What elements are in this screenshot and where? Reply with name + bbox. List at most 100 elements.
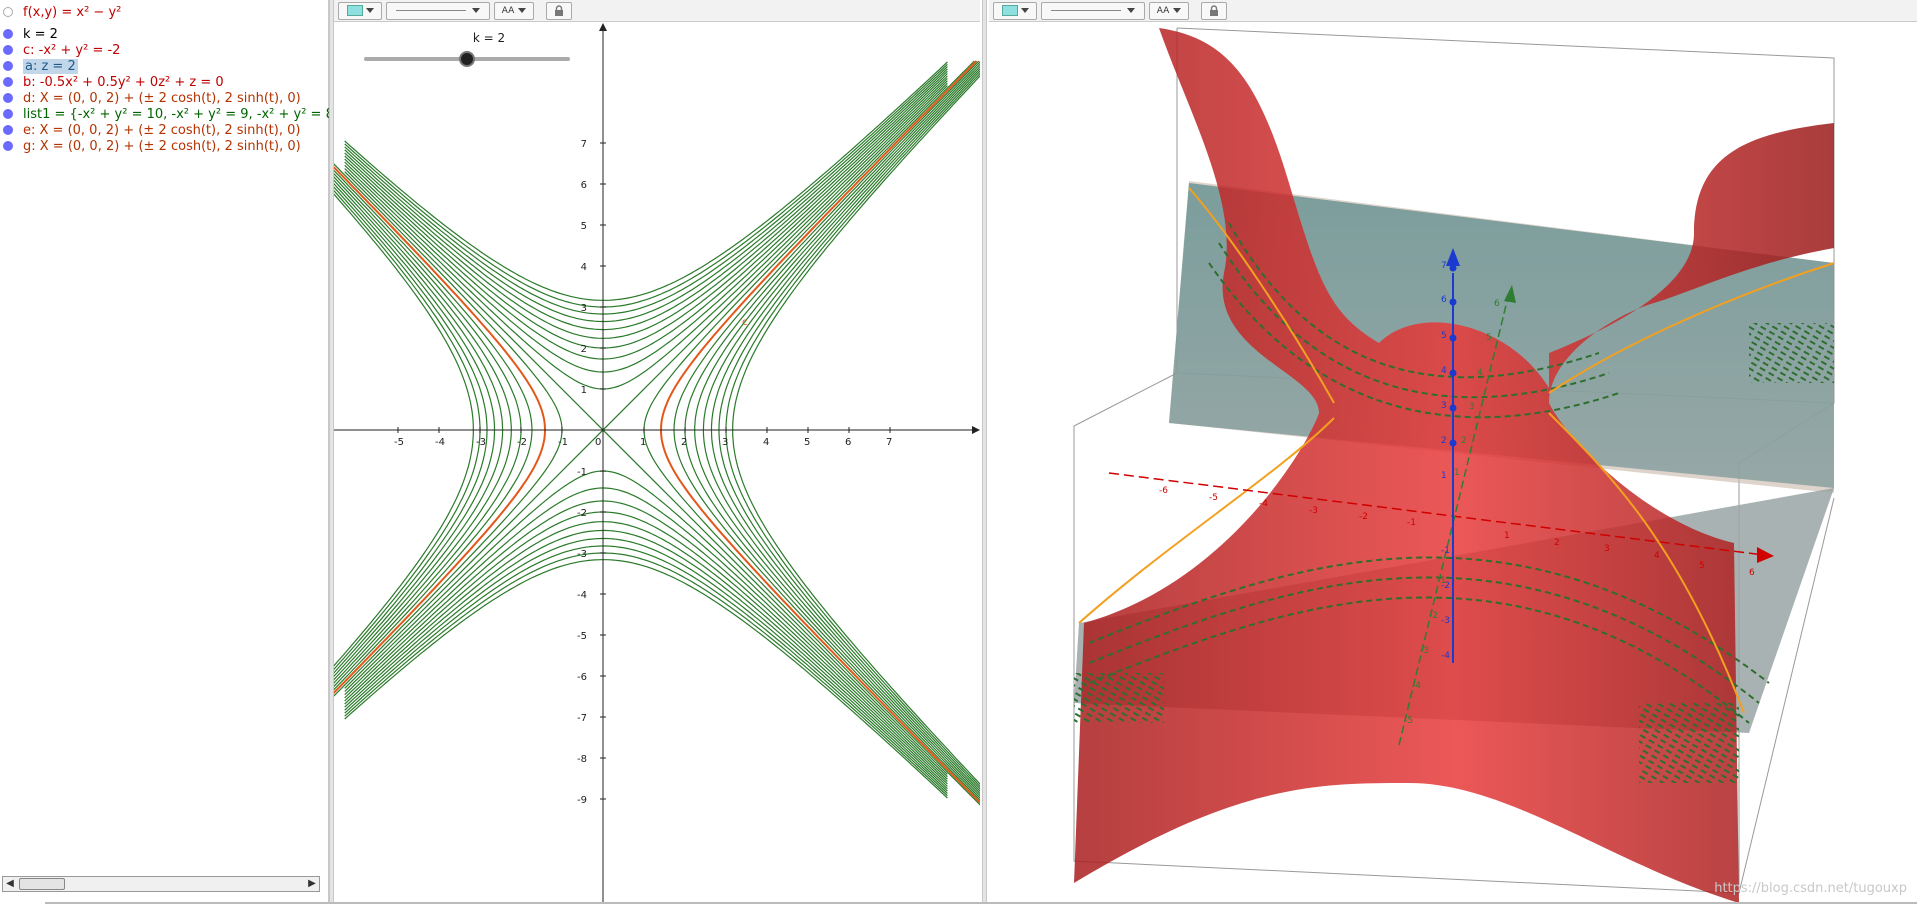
slider-k[interactable]: k = 2 xyxy=(364,31,570,67)
z-tick-label: -4 xyxy=(1441,651,1450,661)
graphics-3d-canvas[interactable]: 7 6 5 4 3 2 1 -1 -2 -3 -4 6 5 4 3 2 1 -1… xyxy=(989,23,1917,904)
x-tick-label: -5 xyxy=(1209,493,1218,503)
level-curve xyxy=(334,163,563,697)
x-tick-label: -3 xyxy=(1309,506,1318,516)
algebra-item-f[interactable]: f(x,y) = x² − y² xyxy=(0,4,329,20)
x-tick-label: 7 xyxy=(886,437,892,448)
color-swatch-icon xyxy=(1001,5,1018,16)
algebra-item-label: g: X = (0, 0, 2) + (± 2 cosh(t), 2 sinh(… xyxy=(23,138,301,154)
algebra-item-d[interactable]: d: X = (0, 0, 2) + (± 2 cosh(t), 2 sinh(… xyxy=(0,90,329,106)
level-curve xyxy=(694,63,980,797)
z-tick-label: 6 xyxy=(1441,295,1447,305)
algebra-item-label: e: X = (0, 0, 2) + (± 2 cosh(t), 2 sinh(… xyxy=(23,122,301,138)
line-style-button[interactable] xyxy=(386,1,490,20)
level-curves xyxy=(334,60,980,806)
scroll-left-icon[interactable]: ◀ xyxy=(3,877,17,891)
text-size-icon: AA xyxy=(501,5,515,16)
visibility-toggle-icon[interactable] xyxy=(3,141,13,151)
color-style-button[interactable] xyxy=(993,1,1037,20)
algebra-item-label: b: -0.5x² + 0.5y² + 0z² + z = 0 xyxy=(23,74,224,90)
level-curve xyxy=(344,77,948,360)
horizontal-scrollbar[interactable]: ◀ ▶ xyxy=(2,876,320,892)
y-tick-label: -7 xyxy=(577,713,587,724)
curve-label-c: c xyxy=(742,317,748,328)
visibility-toggle-icon[interactable] xyxy=(3,109,13,119)
x-tick-label: -1 xyxy=(558,437,568,448)
algebra-item-a[interactable]: a: z = 2 xyxy=(0,58,329,74)
graphics-3d-style-bar: AA xyxy=(989,0,1917,22)
level-curve xyxy=(643,60,980,806)
z-tick-label: -3 xyxy=(1441,616,1450,626)
level-curve xyxy=(344,559,948,799)
algebra-item-list1[interactable]: list1 = {-x² + y² = 10, -x² + y² = 9, -x… xyxy=(0,106,329,122)
y-tick-label: 3 xyxy=(1469,402,1475,412)
y-tick-label: 5 xyxy=(581,221,587,232)
visibility-toggle-icon[interactable] xyxy=(3,77,13,87)
y-tick-label: -3 xyxy=(1420,646,1429,656)
x-tick-label: 3 xyxy=(722,437,728,448)
color-style-button[interactable] xyxy=(338,1,382,20)
dropdown-icon xyxy=(1020,8,1029,13)
splitter-2d-3d[interactable] xyxy=(982,0,987,904)
level-curve xyxy=(344,61,948,301)
y-tick-label: -9 xyxy=(577,795,587,806)
slider-knob[interactable] xyxy=(459,51,475,67)
y-tick-label: 5 xyxy=(1486,333,1492,343)
algebra-item-g[interactable]: g: X = (0, 0, 2) + (± 2 cosh(t), 2 sinh(… xyxy=(0,138,329,154)
x-tick-label: -2 xyxy=(517,437,527,448)
lock-button[interactable] xyxy=(546,1,572,20)
y-tick-label: 2 xyxy=(581,344,587,355)
graphics-3d-view[interactable]: 7 6 5 4 3 2 1 -1 -2 -3 -4 6 5 4 3 2 1 -1… xyxy=(989,23,1917,904)
x-tick-label: -2 xyxy=(1359,512,1368,522)
y-tick-label: 6 xyxy=(581,180,587,191)
x-tick-label: -3 xyxy=(476,437,486,448)
x-tick-label: 6 xyxy=(1749,568,1755,578)
y-tick-label: 7 xyxy=(581,139,587,150)
visibility-toggle-icon[interactable] xyxy=(3,125,13,135)
visibility-toggle-icon[interactable] xyxy=(3,29,13,39)
graphics-2d-canvas[interactable]: -5 -4 -3 -2 -1 0 1 2 3 4 5 6 7 1 2 3 4 5 6 7 -1 -2 -3 -4 -5 -6 -7… xyxy=(334,23,980,904)
dropdown-icon xyxy=(1127,8,1135,13)
y-tick-label: -3 xyxy=(577,549,587,560)
x-tick-label: -6 xyxy=(1159,486,1168,496)
visibility-toggle-icon[interactable] xyxy=(3,7,13,17)
text-size-icon: AA xyxy=(1156,5,1170,16)
y-tick-label: -2 xyxy=(577,508,587,519)
x-axis xyxy=(334,426,980,434)
lock-icon xyxy=(555,4,563,16)
level-curve xyxy=(344,500,948,783)
visibility-toggle-icon[interactable] xyxy=(3,93,13,103)
y-tick-label: -1 xyxy=(577,467,587,478)
visibility-toggle-icon[interactable] xyxy=(3,45,13,55)
y-axis xyxy=(599,23,607,904)
scroll-right-icon[interactable]: ▶ xyxy=(305,877,319,891)
y-tick-label: 6 xyxy=(1494,299,1500,309)
watermark: https://blog.csdn.net/tugouxp xyxy=(1714,881,1907,896)
algebra-item-k[interactable]: k = 2 xyxy=(0,26,329,42)
text-size-button[interactable]: AA xyxy=(1149,1,1189,20)
y-tick-label: -4 xyxy=(1412,681,1421,691)
level-curve xyxy=(334,193,474,667)
line-style-button[interactable] xyxy=(1041,1,1145,20)
y-tick-label: 1 xyxy=(581,385,587,396)
y-tick-label: -5 xyxy=(1404,716,1413,726)
z-tick-label: 2 xyxy=(1441,436,1447,446)
algebra-item-label: k = 2 xyxy=(23,26,58,42)
x-tick-label: 2 xyxy=(681,437,687,448)
algebra-item-c[interactable]: c: -x² + y² = -2 xyxy=(0,42,329,58)
algebra-item-b[interactable]: b: -0.5x² + 0.5y² + 0z² + z = 0 xyxy=(0,74,329,90)
x-tick-label: -4 xyxy=(1259,499,1268,509)
level-curve xyxy=(334,172,522,688)
graphics-2d-view[interactable]: -5 -4 -3 -2 -1 0 1 2 3 4 5 6 7 1 2 3 4 5 6 7 -1 -2 -3 -4 -5 -6 -7… xyxy=(334,23,980,904)
x-tick-label: 1 xyxy=(640,437,646,448)
text-size-button[interactable]: AA xyxy=(494,1,534,20)
level-curve xyxy=(344,171,948,775)
x-tick-label: 5 xyxy=(804,437,810,448)
lock-button[interactable] xyxy=(1201,1,1227,20)
algebra-item-e[interactable]: e: X = (0, 0, 2) + (± 2 cosh(t), 2 sinh(… xyxy=(0,122,329,138)
x-tick-label: 3 xyxy=(1604,544,1610,554)
y-tick-label: -2 xyxy=(1429,611,1438,621)
scrollbar-thumb[interactable] xyxy=(19,878,65,890)
z-tick-label: 7 xyxy=(1441,261,1447,271)
visibility-toggle-icon[interactable] xyxy=(3,61,13,71)
